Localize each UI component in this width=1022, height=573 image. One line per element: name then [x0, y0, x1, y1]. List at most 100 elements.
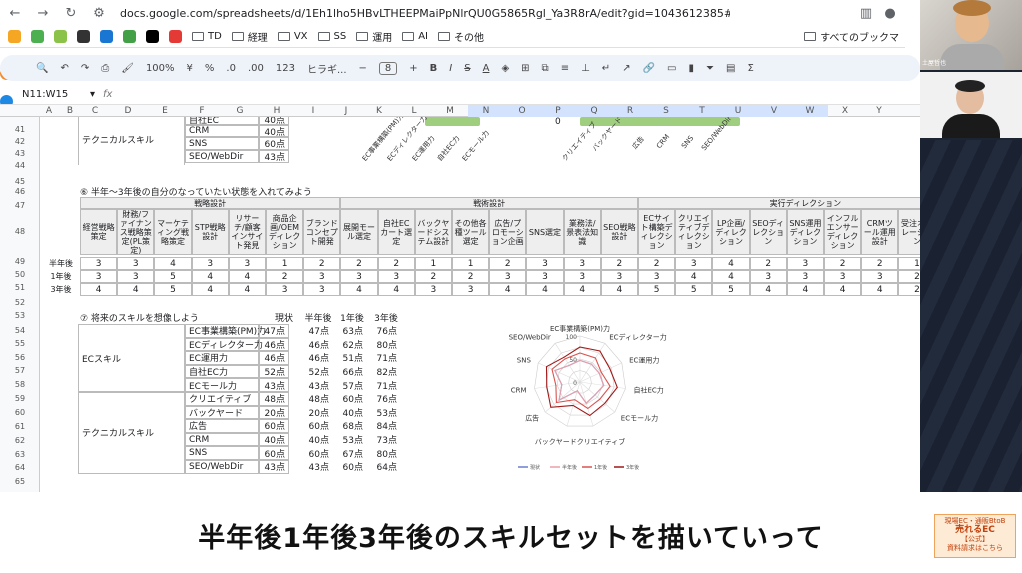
bookmark-icon-2[interactable] — [31, 30, 44, 43]
column-header-M[interactable]: M — [432, 105, 468, 117]
table-cell[interactable]: 3 — [117, 257, 155, 270]
currency-format-button[interactable]: ¥ — [187, 63, 193, 74]
group-header[interactable]: 実行ディレクション — [638, 197, 920, 209]
table-cell[interactable]: 3 — [80, 270, 118, 283]
print-icon[interactable]: ⎙ — [101, 63, 109, 74]
table-cell[interactable]: 46点 — [302, 338, 332, 352]
table-cell[interactable]: 2 — [452, 270, 490, 283]
column-header-U[interactable]: U — [720, 105, 756, 117]
paint-format-icon[interactable]: 🖌 — [121, 63, 134, 74]
font-size-increase[interactable]: + — [409, 63, 417, 74]
row-header-55[interactable]: 55 — [0, 339, 40, 348]
skill-column-header[interactable]: その他各種ツール選定 — [452, 209, 490, 255]
bookmark-folder[interactable]: 経理 — [231, 29, 268, 44]
table-cell[interactable]: 62点 — [336, 338, 366, 352]
group-cell[interactable]: テクニカルスキル — [78, 392, 185, 474]
column-header-C[interactable]: C — [82, 105, 108, 117]
table-cell[interactable]: 4 — [191, 270, 229, 283]
table-cell[interactable]: 46点 — [259, 337, 289, 352]
decrease-decimal-button[interactable]: .0 — [226, 63, 236, 74]
table-cell[interactable]: CRM — [185, 125, 259, 137]
table-cell[interactable]: 5 — [154, 283, 192, 296]
zoom-select[interactable]: 100% — [146, 63, 175, 74]
bookmark-icon-7[interactable] — [146, 30, 159, 43]
table-cell[interactable]: 64点 — [370, 460, 400, 474]
column-header-Q[interactable]: Q — [576, 105, 612, 117]
table-cell[interactable]: 68点 — [336, 419, 366, 433]
table-cell[interactable]: 4 — [600, 283, 638, 296]
table-cell[interactable]: 48点 — [302, 392, 332, 406]
increase-decimal-button[interactable]: .00 — [248, 63, 264, 74]
skill-column-header[interactable]: マーケティング戦略策定 — [154, 209, 192, 255]
table-cell[interactable]: 4 — [675, 270, 713, 283]
table-cell[interactable]: 2 — [303, 257, 341, 270]
table-cell[interactable]: 71点 — [370, 378, 400, 392]
column-header-O[interactable]: O — [504, 105, 540, 117]
row-header-59[interactable]: 59 — [0, 394, 40, 403]
table-cell[interactable]: 80点 — [370, 446, 400, 460]
table-cell[interactable]: 52点 — [259, 364, 289, 379]
table-cell[interactable]: 53点 — [370, 406, 400, 420]
font-size-decrease[interactable]: − — [359, 63, 367, 74]
skill-column-header[interactable]: 自社ECカート選定 — [377, 209, 415, 255]
column-header-I[interactable]: I — [296, 105, 330, 117]
row-header-42[interactable]: 42 — [0, 137, 40, 146]
undo-icon[interactable]: ↶ — [60, 63, 68, 74]
column-header-V[interactable]: V — [756, 105, 792, 117]
row-header-45[interactable]: 45 — [0, 177, 40, 186]
table-cell[interactable]: 66点 — [336, 365, 366, 379]
table-cell[interactable]: 60点 — [336, 460, 366, 474]
bookmark-folder[interactable]: その他 — [438, 29, 484, 44]
row-label[interactable]: 3年後 — [42, 283, 80, 296]
column-header-J[interactable]: J — [330, 105, 362, 117]
table-cell[interactable]: 43点 — [259, 378, 289, 392]
table-cell[interactable]: 3 — [266, 283, 304, 296]
skill-column-header[interactable]: クリエイティブディレクション — [675, 209, 713, 255]
table-cell[interactable]: 3 — [675, 257, 713, 270]
table-cell[interactable]: 3 — [600, 270, 638, 283]
table-cell[interactable]: 4 — [340, 283, 378, 296]
table-cell[interactable]: 43点 — [302, 460, 332, 474]
skill-column-header[interactable]: 商品企画/OEMディレクション — [266, 209, 304, 255]
column-header-D[interactable]: D — [108, 105, 148, 117]
row-header-46[interactable]: 46 — [0, 187, 40, 196]
table-cell[interactable]: 84点 — [370, 419, 400, 433]
profile-icon[interactable]: ● — [883, 6, 897, 21]
row-header-43[interactable]: 43 — [0, 149, 40, 158]
table-cell[interactable]: 2 — [340, 257, 378, 270]
table-cell[interactable]: 自社EC — [185, 117, 259, 126]
table-cell[interactable]: 4 — [712, 270, 750, 283]
all-bookmarks[interactable]: すべてのブックマ — [804, 29, 905, 44]
row-header-54[interactable]: 54 — [0, 326, 40, 335]
table-cell[interactable]: 4 — [563, 283, 601, 296]
table-cell[interactable]: SEO/WebDir — [185, 150, 259, 163]
row-header-53[interactable]: 53 — [0, 311, 40, 320]
bookmark-icon-6[interactable] — [123, 30, 136, 43]
sidebar-toggle-icon[interactable]: ▥ — [859, 6, 873, 21]
search-menus-icon[interactable]: 🔍 — [36, 63, 48, 74]
table-cell[interactable]: 5 — [675, 283, 713, 296]
table-cell[interactable]: 43点 — [302, 378, 332, 392]
table-cell[interactable]: 3 — [786, 270, 824, 283]
table-cell[interactable]: 3 — [786, 257, 824, 270]
table-cell[interactable]: 3 — [377, 270, 415, 283]
italic-button[interactable]: I — [449, 63, 452, 74]
group-cell[interactable]: テクニカルスキル — [78, 117, 185, 165]
table-cell[interactable]: 2 — [898, 270, 920, 283]
skill-column-header[interactable]: SNS運用ディレクション — [786, 209, 824, 255]
table-cell[interactable]: 3 — [861, 270, 899, 283]
table-cell[interactable]: 48点 — [259, 392, 289, 406]
promo-banner[interactable]: 現場EC・通販BtoB 売れるEC 【公式】 資料請求はこちら — [934, 514, 1016, 558]
table-cell[interactable]: 2 — [266, 270, 304, 283]
skill-column-header[interactable]: ブランドコンセプト開発 — [303, 209, 341, 255]
bold-button[interactable]: B — [430, 63, 438, 74]
table-cell[interactable]: 2 — [489, 257, 527, 270]
table-cell[interactable]: 3 — [340, 270, 378, 283]
table-cell[interactable]: 51点 — [336, 351, 366, 365]
column-header-Y[interactable]: Y — [862, 105, 896, 117]
group-header[interactable]: 戦略設計 — [80, 197, 341, 209]
table-cell[interactable]: 4 — [228, 283, 266, 296]
table-cell[interactable]: SEO/WebDir — [185, 460, 259, 474]
link-icon[interactable]: 🔗 — [643, 63, 655, 74]
table-cell[interactable]: 76点 — [370, 324, 400, 338]
